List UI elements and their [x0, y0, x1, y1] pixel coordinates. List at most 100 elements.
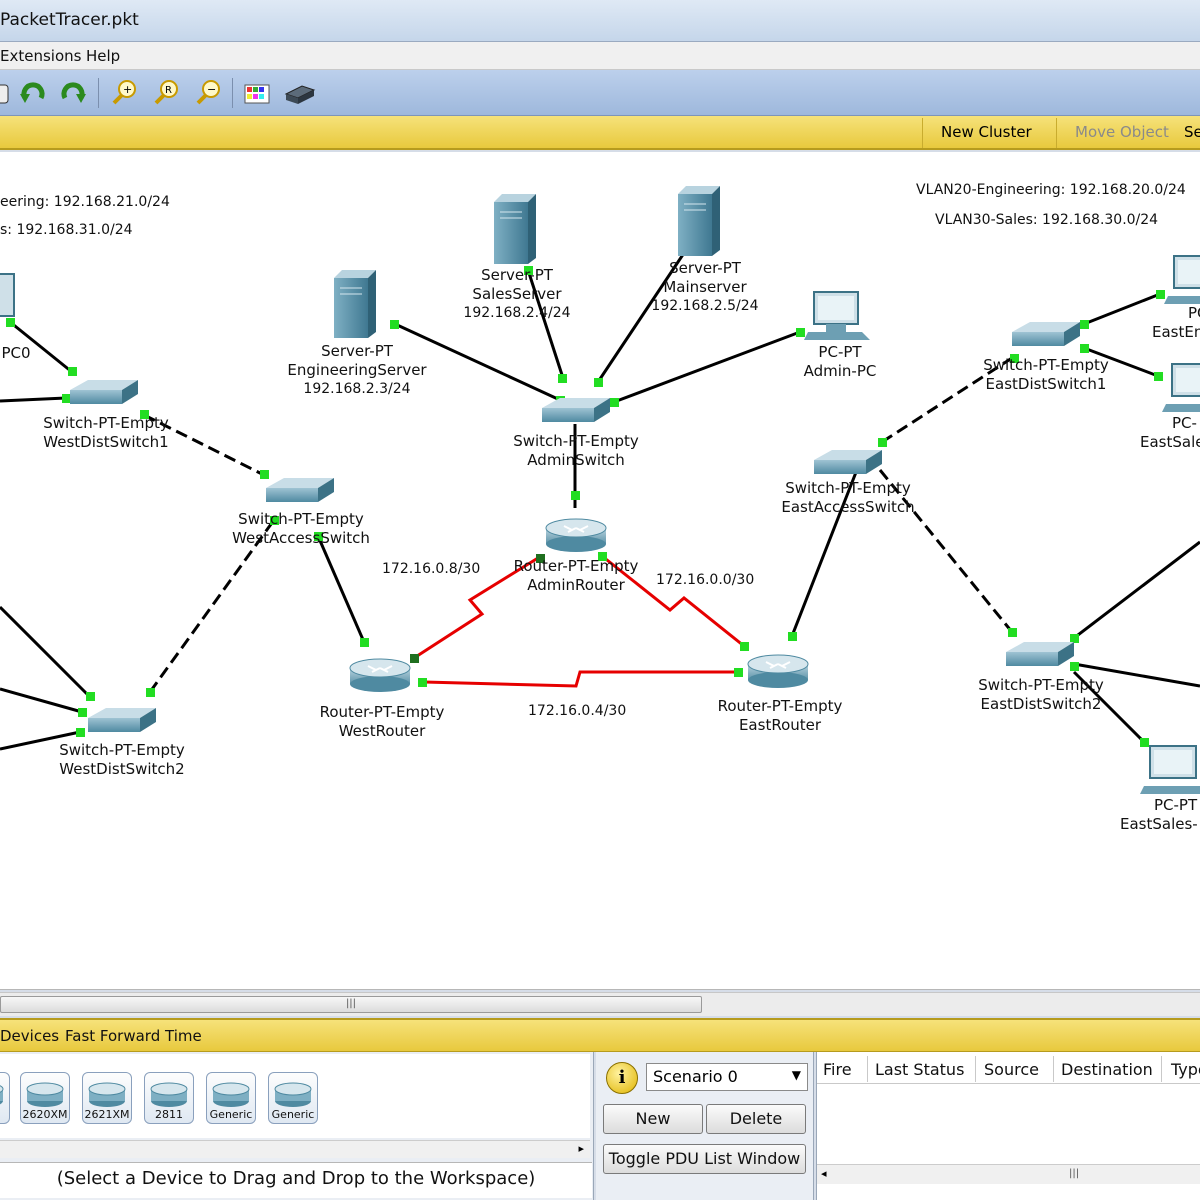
column-destination[interactable]: Destination: [1061, 1060, 1153, 1079]
router-icon: [747, 654, 809, 688]
devices-label: Devices: [0, 1027, 60, 1045]
network-label: 172.16.0.4/30: [528, 703, 627, 719]
column-type[interactable]: Type: [1171, 1060, 1200, 1079]
undo-icon[interactable]: [16, 76, 50, 110]
device-label-east-sales-pc2: PC-PT EastSales-: [1120, 796, 1198, 833]
window-title: PacketTracer.pkt: [0, 10, 139, 30]
custom-device-icon[interactable]: [282, 76, 316, 110]
device-router-2620xm[interactable]: 2620XM: [20, 1072, 70, 1124]
device-label-east-router: Router-PT-Empty EastRouter: [717, 697, 843, 734]
scroll-right-icon[interactable]: ▸: [578, 1142, 584, 1155]
network-label: 172.16.0.0/30: [656, 572, 755, 588]
pc-icon: [1140, 745, 1200, 794]
device-router-generic[interactable]: Generic: [206, 1072, 256, 1124]
link-cable: [0, 249, 1200, 751]
column-fire[interactable]: Fire: [823, 1060, 852, 1079]
title-bar: PacketTracer.pkt: [0, 0, 1200, 42]
pc-icon: [0, 273, 15, 317]
device-label-west-dist1: Switch-PT-Empty WestDistSwitch1: [43, 414, 169, 451]
scrollbar-thumb[interactable]: |||: [0, 996, 702, 1013]
svg-text:+: +: [123, 83, 132, 96]
print-icon[interactable]: [0, 76, 16, 110]
server-icon: [494, 194, 536, 264]
menu-bar: Extensions Help: [0, 42, 1200, 70]
workspace-horizontal-scrollbar[interactable]: |||: [0, 992, 1200, 1016]
toolbar-separator: [98, 78, 99, 108]
server-icon: [334, 270, 376, 338]
pc-icon: [1162, 363, 1200, 412]
pc-icon: [1164, 255, 1200, 304]
device-label-west-router: Router-PT-Empty WestRouter: [319, 703, 445, 740]
device-label-west-access: Switch-PT-Empty WestAccessSwitch: [232, 510, 370, 547]
server-icon: [678, 186, 720, 256]
realtime-bar: Devices Fast Forward Time: [0, 1018, 1200, 1052]
zoom-in-icon[interactable]: +: [106, 76, 140, 110]
vlan-annotation: VLAN30-Sales: 192.168.30.0/24: [935, 212, 1159, 228]
device-router-generic-2[interactable]: Generic: [268, 1072, 318, 1124]
switch-icon: [70, 380, 138, 404]
device-list-scrollbar[interactable]: ▸: [0, 1140, 590, 1158]
device-router-2811[interactable]: 2811: [144, 1072, 194, 1124]
new-scenario-button[interactable]: New: [603, 1104, 703, 1134]
scrollbar-grip[interactable]: |||: [1069, 1168, 1079, 1179]
router-icon: [545, 518, 607, 552]
device-label-east-dist1: Switch-PT-Empty EastDistSwitch1: [983, 356, 1109, 393]
pdu-table-scrollbar[interactable]: ◂ |||: [817, 1164, 1200, 1184]
router-icon: [0, 1085, 4, 1105]
toggle-pdu-list-button[interactable]: Toggle PDU List Window: [603, 1144, 806, 1174]
pdu-list-table: Fire Last Status Source Destination Type…: [816, 1052, 1200, 1200]
device-label-admin-router: Router-PT-Empty AdminRouter: [513, 557, 639, 594]
palette-icon[interactable]: [240, 76, 274, 110]
menu-help[interactable]: Help: [86, 47, 120, 65]
device-label-east-dist2: Switch-PT-Empty EastDistSwitch2: [978, 676, 1104, 713]
switch-icon: [1012, 322, 1080, 346]
redo-icon[interactable]: [56, 76, 90, 110]
device-label-east-access: Switch-PT-Empty EastAccessSwitch: [781, 479, 915, 516]
set-tiled-background-button[interactable]: Se: [1184, 123, 1200, 141]
router-icon: [349, 658, 411, 692]
vlan-annotation: eering: 192.168.21.0/24: [0, 194, 170, 210]
chevron-down-icon: ▼: [791, 1068, 801, 1082]
switch-icon: [1006, 642, 1074, 666]
column-last-status[interactable]: Last Status: [875, 1060, 964, 1079]
device-label-admin-pc: PC-PT Admin-PC: [803, 343, 877, 380]
device-label-east-eng-pc: PCEastEn: [1152, 304, 1200, 341]
switch-icon: [266, 478, 334, 502]
delete-scenario-button[interactable]: Delete: [706, 1104, 806, 1134]
zoom-out-icon[interactable]: −: [190, 76, 224, 110]
info-icon[interactable]: i: [606, 1062, 638, 1094]
device-label-eng-server: Server-PT EngineeringServer 192.168.2.3/24: [287, 342, 427, 397]
toolbar-separator: [232, 78, 233, 108]
device-router-2621xm[interactable]: 2621XM: [82, 1072, 132, 1124]
move-object-button[interactable]: Move Object: [1075, 123, 1169, 141]
pc-icon: [804, 291, 870, 340]
vlan-annotation: s: 192.168.31.0/24: [0, 222, 133, 238]
device-label-west-dist2: Switch-PT-Empty WestDistSwitch2: [59, 741, 185, 778]
device-label-east-sales-pc: PC- EastSale: [1140, 414, 1200, 451]
fast-forward-time-button[interactable]: Fast Forward Time: [65, 1027, 202, 1045]
device-label-main-server: Server-PT Mainserver 192.168.2.5/24: [651, 259, 759, 314]
device-type-panel: 2620XM 2621XM 2811 Generic Generic ▸ (Se…: [0, 1052, 594, 1200]
vlan-annotation: VLAN20-Engineering: 192.168.20.0/24: [916, 182, 1186, 198]
scenario-panel: i Scenario 0 ▼ New Delete Toggle PDU Lis…: [596, 1052, 814, 1200]
device-router-item[interactable]: [0, 1072, 10, 1124]
device-hint-text: (Select a Device to Drag and Drop to the…: [0, 1162, 592, 1198]
bar-separator: [922, 118, 923, 148]
logical-workspace-bar: New Cluster Move Object Se: [0, 116, 1200, 150]
main-toolbar: + R −: [0, 70, 1200, 116]
logical-workspace[interactable]: eering: 192.168.21.0/24 s: 192.168.31.0/…: [0, 152, 1200, 990]
bar-separator: [1056, 118, 1057, 148]
svg-text:−: −: [207, 83, 216, 96]
switch-icon: [542, 398, 610, 422]
device-list: 2620XM 2621XM 2811 Generic Generic: [0, 1054, 590, 1138]
device-label-sales-server: Server-PT SalesServer 192.168.2.4/24: [463, 266, 571, 321]
scenario-select[interactable]: Scenario 0 ▼: [646, 1063, 808, 1091]
pdu-table-header: Fire Last Status Source Destination Type: [817, 1054, 1200, 1084]
menu-extensions[interactable]: Extensions: [0, 47, 81, 65]
svg-text:R: R: [165, 85, 172, 96]
column-source[interactable]: Source: [984, 1060, 1039, 1079]
switch-icon: [88, 708, 156, 732]
new-cluster-button[interactable]: New Cluster: [941, 123, 1032, 141]
scroll-left-icon[interactable]: ◂: [821, 1167, 827, 1180]
zoom-reset-icon[interactable]: R: [148, 76, 182, 110]
